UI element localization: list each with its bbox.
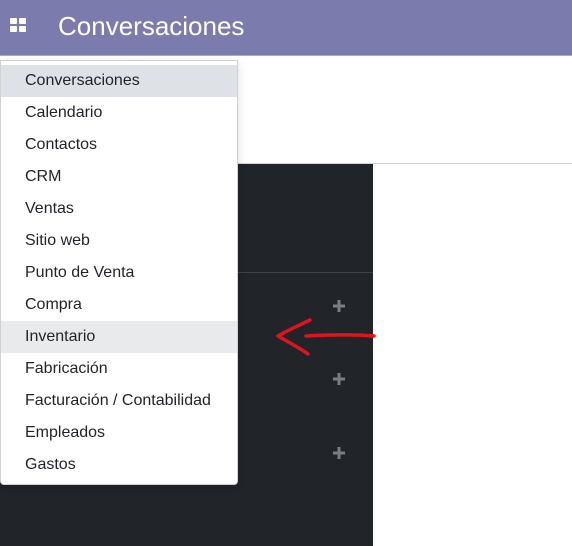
apps-dropdown-menu: Conversaciones Calendario Contactos CRM … xyxy=(0,60,238,485)
menu-item-inventario[interactable]: Inventario xyxy=(1,321,237,353)
menu-item-contactos[interactable]: Contactos xyxy=(1,129,237,161)
menu-item-calendario[interactable]: Calendario xyxy=(1,97,237,129)
grid-icon[interactable] xyxy=(10,18,26,32)
sidebar-divider xyxy=(238,272,373,273)
menu-item-fabricacion[interactable]: Fabricación xyxy=(1,353,237,385)
menu-item-sitio-web[interactable]: Sitio web xyxy=(1,225,237,257)
menu-item-facturacion-contabilidad[interactable]: Facturación / Contabilidad xyxy=(1,385,237,417)
menu-item-conversaciones[interactable]: Conversaciones xyxy=(1,65,237,97)
plus-icon[interactable] xyxy=(332,446,346,460)
menu-item-empleados[interactable]: Empleados xyxy=(1,417,237,449)
menu-item-punto-de-venta[interactable]: Punto de Venta xyxy=(1,257,237,289)
plus-icon[interactable] xyxy=(332,299,346,313)
red-arrow-annotation-icon xyxy=(276,318,376,356)
menu-item-gastos[interactable]: Gastos xyxy=(1,449,237,481)
menu-item-crm[interactable]: CRM xyxy=(1,161,237,193)
menu-item-compra[interactable]: Compra xyxy=(1,289,237,321)
plus-icon[interactable] xyxy=(332,372,346,386)
top-navbar: Conversaciones xyxy=(0,0,572,56)
menu-item-ventas[interactable]: Ventas xyxy=(1,193,237,225)
page-title: Conversaciones xyxy=(58,11,245,41)
